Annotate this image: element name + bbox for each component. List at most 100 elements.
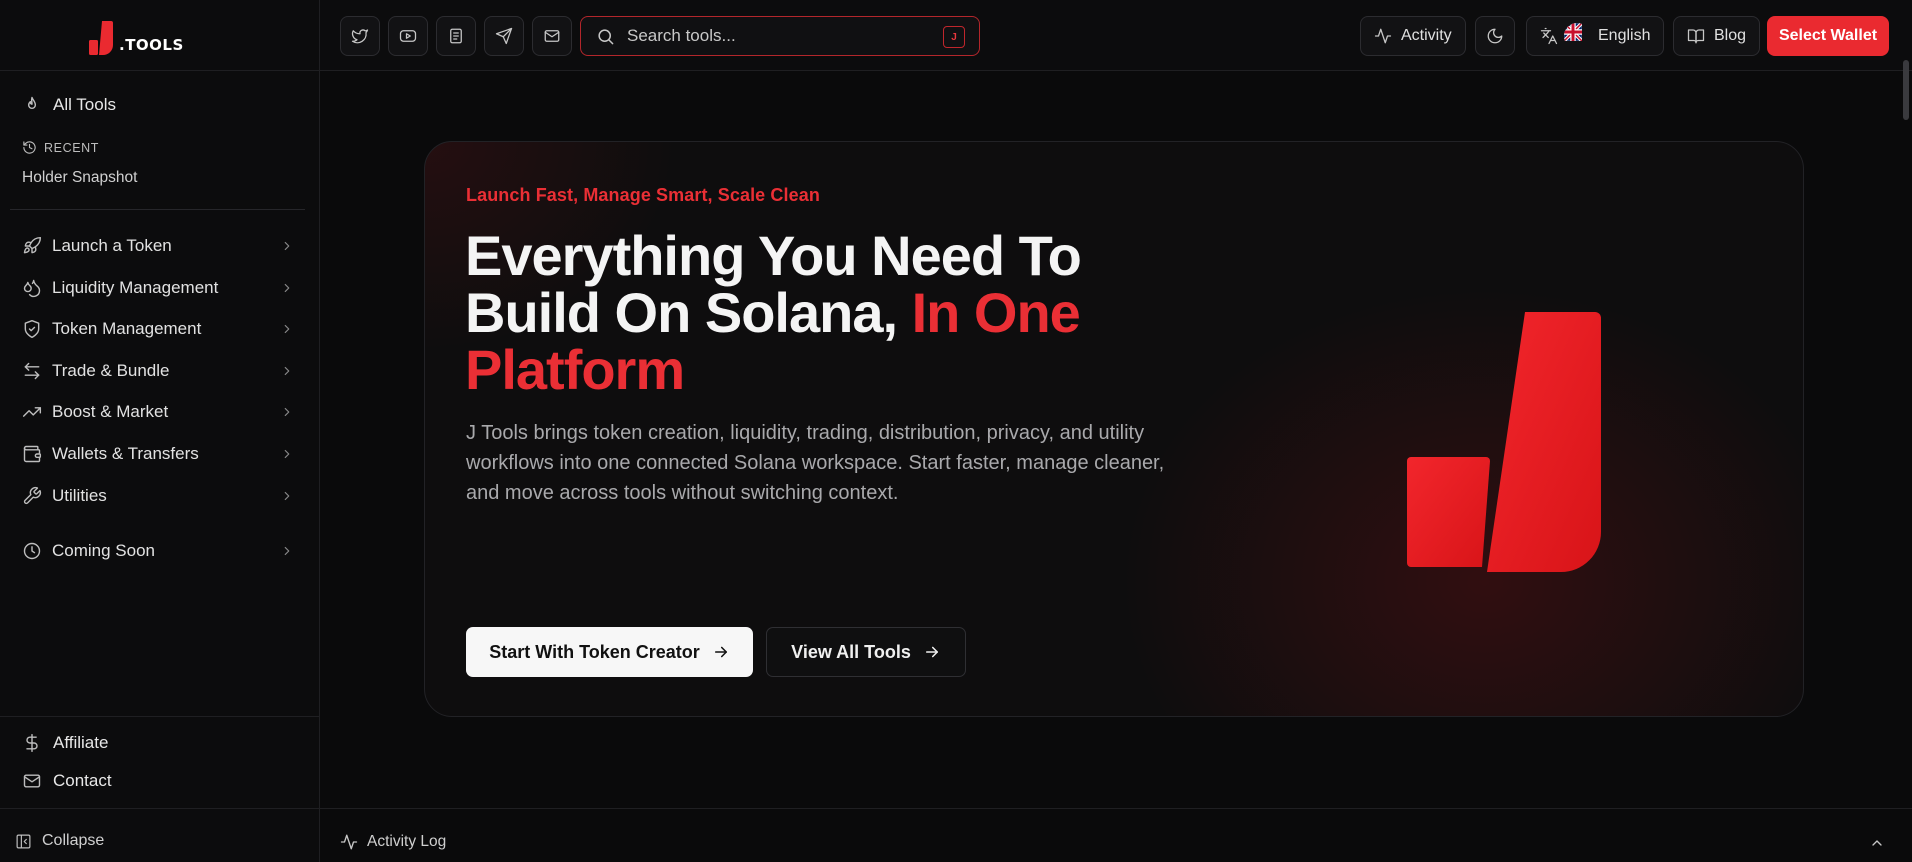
hero-tagline: Launch Fast, Manage Smart, Scale Clean bbox=[466, 185, 820, 205]
activity-log-label: Activity Log bbox=[367, 833, 447, 850]
dollar-icon bbox=[26, 733, 38, 753]
top-header: J Activity English Blog bbox=[320, 0, 1912, 71]
activity-icon bbox=[1374, 28, 1392, 44]
docs-icon bbox=[450, 28, 462, 44]
divider bbox=[10, 209, 305, 210]
theme-toggle-button[interactable] bbox=[1475, 16, 1515, 56]
sidebar-item-coming-soon[interactable]: Coming Soon bbox=[22, 536, 294, 566]
start-token-creator-button[interactable]: Start With Token Creator bbox=[466, 627, 753, 677]
language-selector[interactable]: English bbox=[1526, 16, 1665, 56]
sidebar-item-all-tools[interactable]: All Tools bbox=[22, 95, 116, 115]
droplets-icon bbox=[23, 279, 41, 298]
sidebar-item-label: Utilities bbox=[52, 486, 107, 505]
mail-icon bbox=[544, 30, 560, 42]
sidebar-item-label: All Tools bbox=[53, 95, 116, 114]
sidebar-item-label: Contact bbox=[53, 771, 112, 790]
sidebar-item-contact[interactable]: Contact bbox=[22, 771, 112, 791]
search-icon bbox=[598, 28, 614, 44]
blog-button[interactable]: Blog bbox=[1673, 16, 1761, 56]
activity-button[interactable]: Activity bbox=[1360, 16, 1466, 56]
chevron-right-icon bbox=[284, 241, 290, 251]
activity-log-toggle[interactable]: Activity Log bbox=[340, 833, 446, 851]
uk-flag-icon bbox=[1564, 23, 1590, 49]
divider bbox=[320, 808, 1912, 809]
telegram-button[interactable] bbox=[484, 16, 524, 56]
chevron-right-icon bbox=[284, 407, 290, 417]
chevron-up-icon[interactable] bbox=[1869, 835, 1885, 851]
sidebar-item-trade-bundle[interactable]: Trade & Bundle bbox=[22, 356, 294, 386]
activity-label: Activity bbox=[1401, 27, 1452, 44]
chevron-right-icon bbox=[284, 546, 290, 556]
blog-label: Blog bbox=[1714, 27, 1747, 44]
arrow-right-icon bbox=[714, 646, 727, 658]
arrows-swap-icon bbox=[24, 362, 40, 380]
wallet-icon bbox=[23, 445, 42, 463]
moon-icon bbox=[1487, 28, 1503, 44]
brand-logo[interactable]: .TOOLS bbox=[88, 18, 184, 56]
twitter-icon bbox=[351, 29, 369, 44]
collapse-sidebar-button[interactable]: Collapse bbox=[15, 832, 104, 850]
sidebar-item-label: Token Management bbox=[52, 319, 202, 338]
panel-collapse-icon bbox=[16, 834, 31, 848]
recent-item-holder-snapshot[interactable]: Holder Snapshot bbox=[22, 169, 137, 187]
mail-icon bbox=[23, 774, 41, 788]
sidebar-item-wallets-transfers[interactable]: Wallets & Transfers bbox=[22, 439, 294, 469]
shield-check-icon bbox=[24, 319, 40, 339]
rocket-icon bbox=[23, 236, 42, 254]
j-logo-icon bbox=[89, 21, 113, 55]
sidebar-item-label: Liquidity Management bbox=[52, 278, 219, 297]
sidebar-item-launch-token[interactable]: Launch a Token bbox=[22, 231, 294, 261]
chevron-right-icon bbox=[284, 324, 290, 334]
logo-text: .TOOLS bbox=[119, 36, 184, 54]
chevron-right-icon bbox=[284, 449, 290, 459]
youtube-icon bbox=[399, 30, 417, 42]
sidebar: .TOOLS All Tools RECENT Holder Snapshot … bbox=[0, 0, 320, 862]
sidebar-item-label: Coming Soon bbox=[52, 541, 156, 560]
arrow-right-icon bbox=[925, 646, 938, 658]
recent-label-text: RECENT bbox=[44, 140, 99, 155]
page-scrollbar[interactable] bbox=[1903, 60, 1909, 120]
translate-icon bbox=[1540, 27, 1558, 45]
twitter-button[interactable] bbox=[340, 16, 380, 56]
clock-icon bbox=[23, 542, 41, 560]
email-button[interactable] bbox=[532, 16, 572, 56]
sidebar-item-label: Affiliate bbox=[53, 733, 109, 752]
language-label: English bbox=[1598, 27, 1651, 44]
sidebar-item-utilities[interactable]: Utilities bbox=[22, 481, 294, 511]
app-root: .TOOLS All Tools RECENT Holder Snapshot … bbox=[0, 0, 1912, 862]
search-shortcut-badge: J bbox=[943, 26, 965, 48]
chevron-right-icon bbox=[284, 366, 290, 376]
select-wallet-button[interactable]: Select Wallet bbox=[1767, 16, 1889, 56]
book-icon bbox=[1687, 29, 1705, 44]
recent-section-label: RECENT bbox=[22, 140, 99, 155]
search-bar[interactable]: J bbox=[580, 16, 980, 56]
hero-description: J Tools brings token creation, liquidity… bbox=[466, 422, 1165, 504]
docs-button[interactable] bbox=[436, 16, 476, 56]
j-logo-illustration bbox=[1407, 312, 1601, 572]
sidebar-item-label: Launch a Token bbox=[52, 236, 172, 255]
trending-up-icon bbox=[22, 407, 42, 417]
flame-icon bbox=[27, 96, 37, 109]
sidebar-item-label: Trade & Bundle bbox=[52, 361, 170, 380]
sidebar-item-affiliate[interactable]: Affiliate bbox=[22, 733, 108, 753]
youtube-button[interactable] bbox=[388, 16, 428, 56]
hero-headline: Everything You Need To Build On Solana, … bbox=[465, 227, 1165, 398]
collapse-label: Collapse bbox=[42, 832, 105, 849]
button-label: View All Tools bbox=[791, 641, 911, 662]
sidebar-item-label: Boost & Market bbox=[52, 402, 169, 421]
activity-icon bbox=[340, 834, 358, 850]
sidebar-item-label: Wallets & Transfers bbox=[52, 444, 199, 463]
divider bbox=[0, 808, 320, 809]
hero-card: Launch Fast, Manage Smart, Scale Clean E… bbox=[424, 141, 1804, 717]
sidebar-item-boost-market[interactable]: Boost & Market bbox=[22, 397, 294, 427]
view-all-tools-button[interactable]: View All Tools bbox=[766, 627, 966, 677]
divider bbox=[0, 70, 320, 71]
chevron-right-icon bbox=[284, 491, 290, 501]
chevron-right-icon bbox=[284, 283, 290, 293]
history-icon bbox=[23, 141, 36, 154]
button-label: Start With Token Creator bbox=[489, 641, 700, 662]
sidebar-item-token-management[interactable]: Token Management bbox=[22, 314, 294, 344]
sidebar-item-liquidity[interactable]: Liquidity Management bbox=[22, 273, 294, 303]
search-input[interactable] bbox=[627, 26, 927, 46]
telegram-icon bbox=[495, 27, 513, 45]
